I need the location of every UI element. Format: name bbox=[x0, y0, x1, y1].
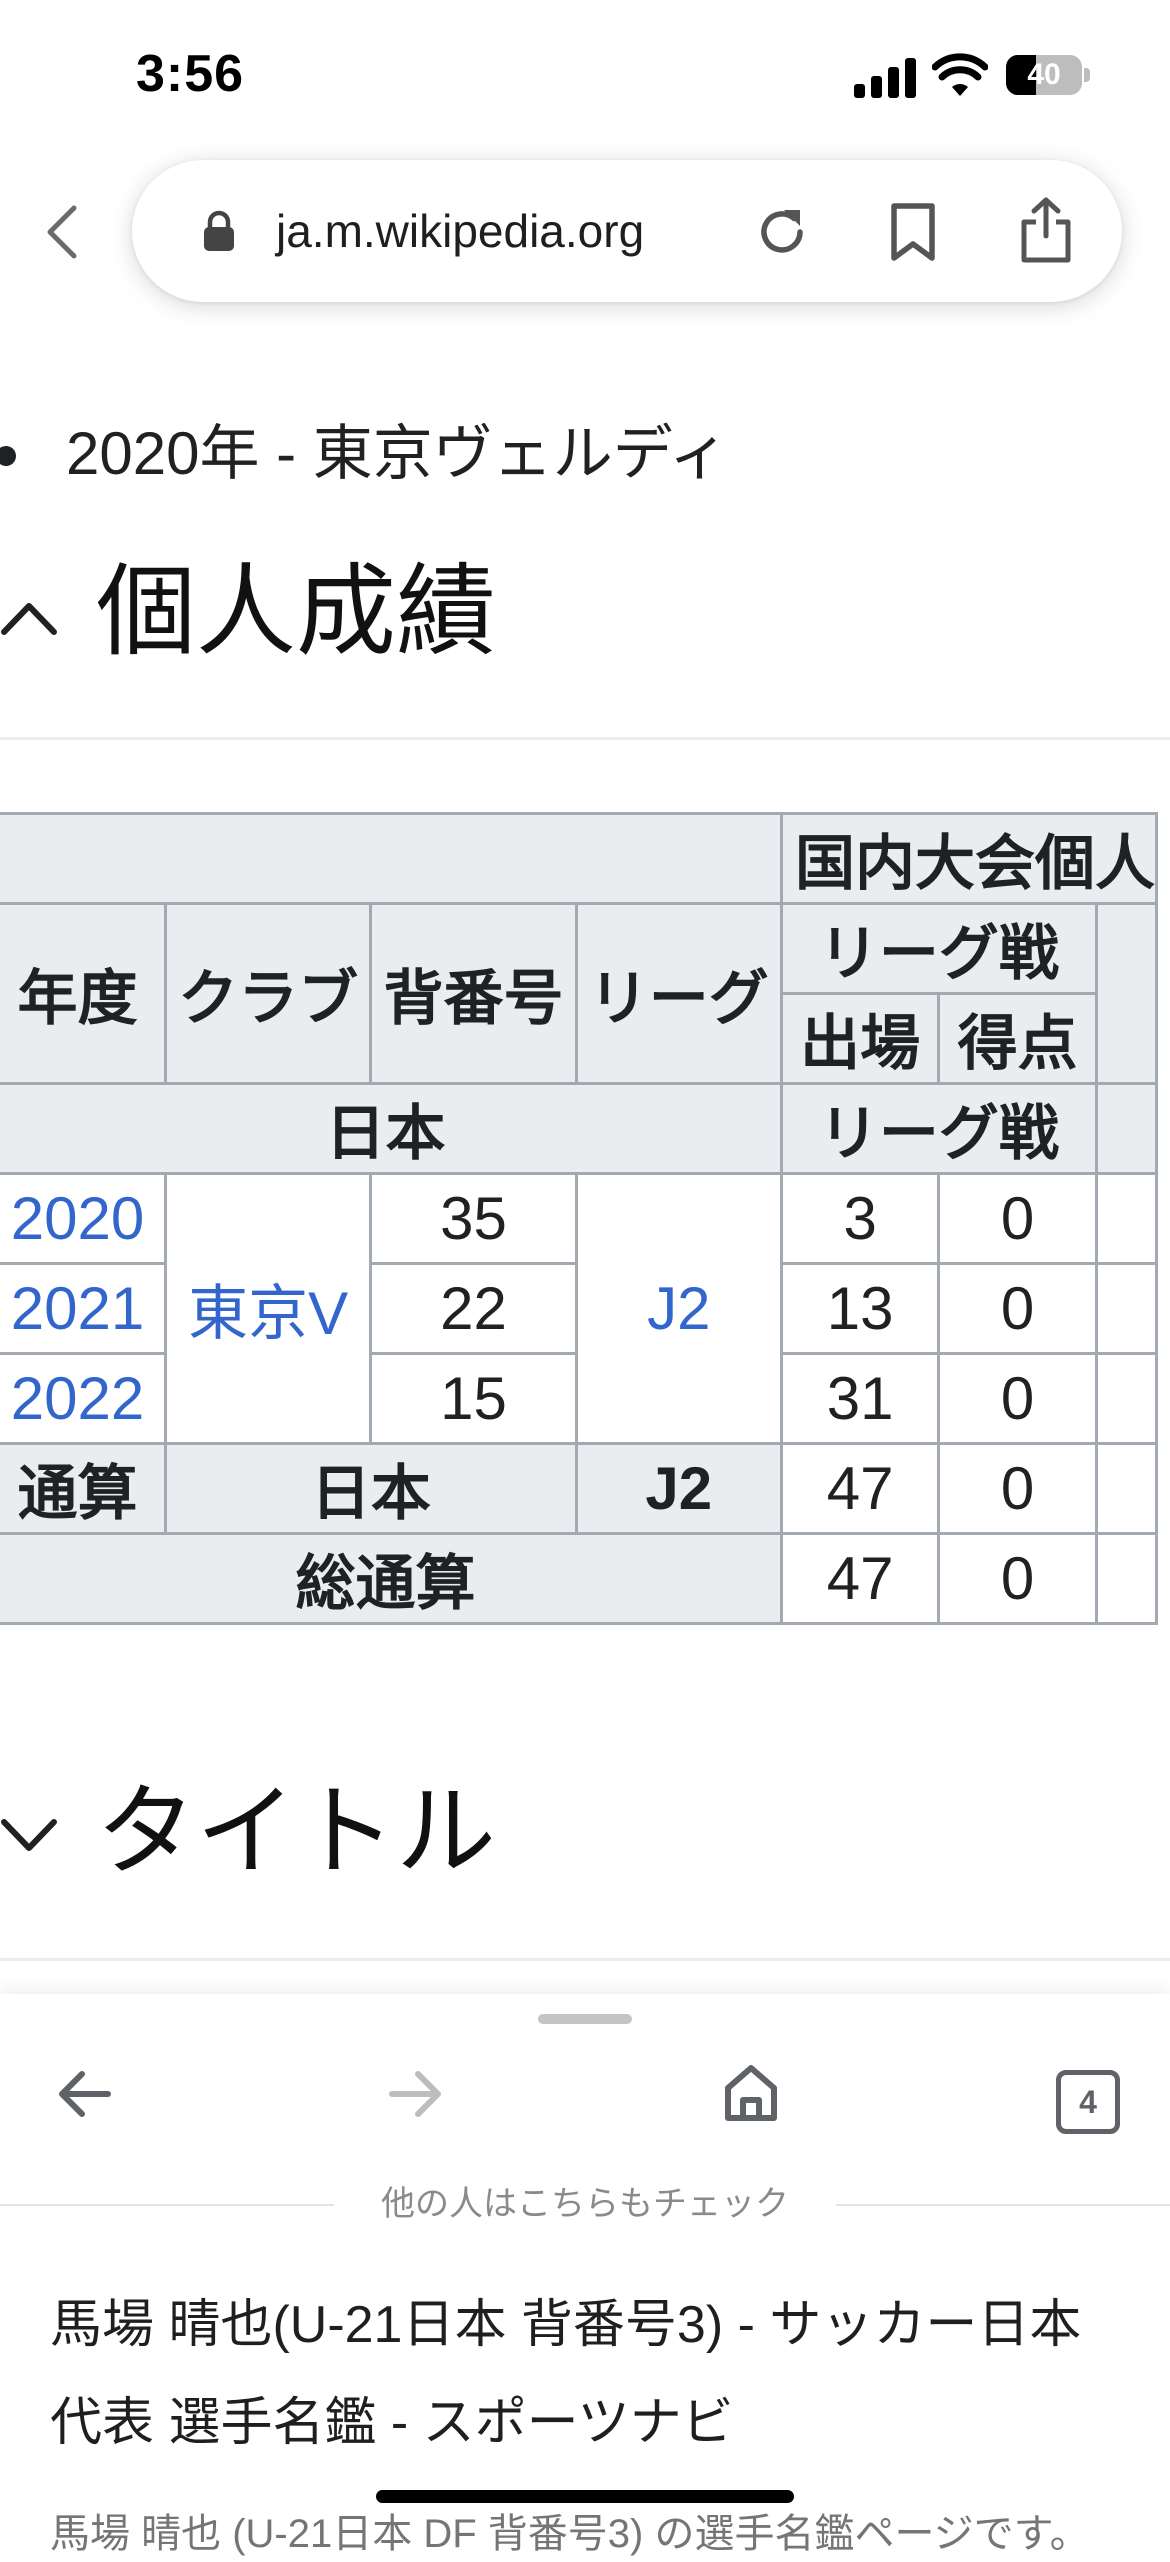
col-header-goals: 得点 bbox=[937, 992, 1098, 1085]
grand-total-row: 総通算 47 0 bbox=[0, 1532, 1159, 1625]
home-indicator bbox=[376, 2490, 794, 2503]
address-bar[interactable]: ja.m.wikipedia.org bbox=[132, 160, 1122, 302]
total-league: J2 bbox=[574, 1442, 783, 1535]
country-row-overflow bbox=[1094, 1082, 1159, 1175]
status-time: 3:56 bbox=[136, 45, 245, 103]
cellular-signal-icon bbox=[854, 58, 916, 98]
goals-cell: 0 bbox=[937, 1352, 1098, 1445]
table-row: 2020 東京V 35 J2 3 0 bbox=[0, 1172, 1159, 1445]
table-header-domestic: 国内大会個人 bbox=[779, 812, 1159, 905]
grand-total-label: 総通算 bbox=[0, 1532, 783, 1625]
suggestion-label: 他の人はこちらもチェック bbox=[381, 2185, 789, 2223]
suggestion-link[interactable]: 馬場 晴也(U-21日本 背番号3) - サッカー日本代表 選手名鑑 - スポー… bbox=[50, 2276, 1130, 2472]
sheet-grabber[interactable] bbox=[538, 2014, 632, 2024]
number-cell: 35 bbox=[369, 1172, 578, 1265]
goals-cell: 0 bbox=[937, 1262, 1098, 1355]
overflow-cell bbox=[1094, 1352, 1159, 1445]
year-link[interactable]: 2021 bbox=[0, 1262, 168, 1355]
club-link[interactable]: 東京V bbox=[188, 1280, 348, 1347]
total-label: 通算 bbox=[0, 1442, 168, 1535]
share-icon[interactable] bbox=[1018, 196, 1074, 264]
forward-arrow-icon[interactable] bbox=[388, 2070, 444, 2118]
number-cell: 15 bbox=[369, 1352, 578, 1445]
back-arrow-icon[interactable] bbox=[56, 2070, 112, 2118]
url-text[interactable]: ja.m.wikipedia.org bbox=[276, 200, 644, 262]
wifi-icon bbox=[932, 53, 988, 96]
country-row-league: リーグ戦 bbox=[779, 1082, 1098, 1175]
country-row-label: 日本 bbox=[0, 1082, 783, 1175]
lock-icon bbox=[204, 210, 234, 251]
section-heading-titles[interactable]: タイトル bbox=[96, 1772, 496, 1892]
total-goals: 0 bbox=[937, 1442, 1098, 1535]
overflow-cell bbox=[1094, 1532, 1159, 1625]
overflow-cell bbox=[1094, 1442, 1159, 1535]
list-bullet bbox=[0, 446, 16, 466]
col-header-apps: 出場 bbox=[779, 992, 941, 1085]
apps-cell: 31 bbox=[779, 1352, 941, 1445]
col-header-league: リーグ bbox=[574, 902, 783, 1085]
tab-switcher-button[interactable]: 4 bbox=[1056, 2070, 1120, 2134]
number-cell: 22 bbox=[369, 1262, 578, 1355]
stats-table: 国内大会個人 年度 クラブ 背番号 リーグ リーグ戦 出場 得点 日本 リーグ戦… bbox=[0, 812, 1159, 1625]
suggestion-snippet: 馬場 晴也 (U-21日本 DF 背番号3) の選手名鑑ページです。 bbox=[50, 2512, 1090, 2556]
year-link[interactable]: 2022 bbox=[0, 1352, 168, 1445]
goals-cell: 0 bbox=[937, 1172, 1098, 1265]
grand-total-apps: 47 bbox=[779, 1532, 941, 1625]
league-link[interactable]: J2 bbox=[647, 1275, 710, 1342]
total-apps: 47 bbox=[779, 1442, 941, 1535]
club-cell[interactable]: 東京V bbox=[164, 1172, 373, 1445]
grand-total-goals: 0 bbox=[937, 1532, 1098, 1625]
club-history-item: 2020年 - 東京ヴェルディ bbox=[66, 420, 729, 487]
reload-icon[interactable] bbox=[752, 202, 812, 262]
table-header-blank bbox=[0, 812, 783, 905]
apps-cell: 13 bbox=[779, 1262, 941, 1355]
battery-level: 40 bbox=[1027, 58, 1061, 91]
col-header-league-games: リーグ戦 bbox=[779, 902, 1098, 995]
col-header-year: 年度 bbox=[0, 902, 168, 1085]
section-divider bbox=[0, 1958, 1170, 1961]
col-header-number: 背番号 bbox=[369, 902, 578, 1085]
battery-cap bbox=[1084, 68, 1090, 82]
year-link-text[interactable]: 2022 bbox=[11, 1365, 144, 1432]
league-cell[interactable]: J2 bbox=[574, 1172, 783, 1445]
col-header-overflow bbox=[1094, 902, 1159, 1085]
apps-cell: 3 bbox=[779, 1172, 941, 1265]
collapse-chevron-icon[interactable] bbox=[0, 598, 58, 638]
total-row: 通算 日本 J2 47 0 bbox=[0, 1442, 1159, 1535]
expand-chevron-icon[interactable] bbox=[0, 1816, 58, 1856]
battery-icon: 40 bbox=[1006, 55, 1082, 95]
section-heading-stats[interactable]: 個人成績 bbox=[96, 552, 496, 672]
year-link-text[interactable]: 2021 bbox=[11, 1275, 144, 1342]
col-header-club: クラブ bbox=[164, 902, 373, 1085]
bottom-toolbar: 4 他の人はこちらもチェック 馬場 晴也(U-21日本 背番号3) - サッカー… bbox=[0, 1994, 1170, 2556]
overflow-cell bbox=[1094, 1262, 1159, 1355]
home-icon[interactable] bbox=[724, 2064, 778, 2122]
back-chevron-icon[interactable] bbox=[40, 200, 84, 264]
overflow-cell bbox=[1094, 1172, 1159, 1265]
section-divider bbox=[0, 737, 1170, 740]
total-country: 日本 bbox=[164, 1442, 578, 1535]
bookmark-icon[interactable] bbox=[888, 202, 938, 262]
year-link-text[interactable]: 2020 bbox=[11, 1185, 144, 1252]
year-link[interactable]: 2020 bbox=[0, 1172, 168, 1265]
